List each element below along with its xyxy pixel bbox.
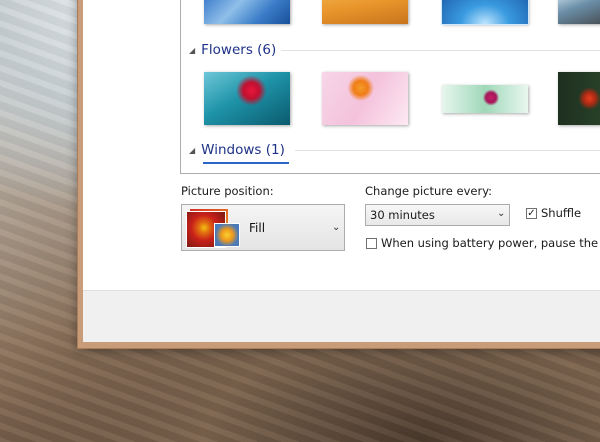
group-label-flowers: Flowers (6) xyxy=(201,42,277,58)
thumbnail-blue-rays[interactable] xyxy=(441,0,529,25)
position-preview-small xyxy=(214,223,240,247)
collapse-triangle-icon[interactable]: ◢ xyxy=(189,46,195,55)
thumbnail-red-flower[interactable] xyxy=(204,72,290,125)
picture-position-value: Fill xyxy=(249,221,266,235)
group-header-windows[interactable]: ◢ Windows (1) xyxy=(189,140,600,160)
thumbnail-sand-dunes[interactable] xyxy=(322,0,408,24)
battery-pause-checkbox[interactable] xyxy=(366,238,377,249)
change-picture-label: Change picture every: xyxy=(365,184,493,198)
window-footer xyxy=(83,290,600,342)
shuffle-checkbox[interactable]: ✓ xyxy=(526,208,537,219)
battery-pause-label: When using battery power, pause the slid… xyxy=(381,236,600,250)
picture-position-dropdown[interactable]: Fill ⌄ xyxy=(181,204,345,251)
thumbnail-dark-flower[interactable] xyxy=(558,72,600,125)
picture-position-label: Picture position: xyxy=(181,184,274,198)
windows-thumbnail-edge xyxy=(203,162,289,164)
shuffle-label: Shuffle xyxy=(541,206,582,220)
picture-list[interactable]: ◢ Flowers (6) ◢ Windows (1) xyxy=(180,0,600,174)
thumbnail-blue-leaves[interactable] xyxy=(204,0,290,24)
change-picture-dropdown[interactable]: 30 minutes ⌄ xyxy=(365,204,510,226)
chevron-down-icon[interactable]: ⌄ xyxy=(497,208,505,219)
group-label-windows: Windows (1) xyxy=(201,142,285,158)
thumbnail-pink-flower[interactable] xyxy=(442,85,528,113)
group-divider xyxy=(281,50,600,51)
thumbnail-orange-flower[interactable] xyxy=(322,72,408,125)
group-header-flowers[interactable]: ◢ Flowers (6) xyxy=(189,40,600,60)
group-divider xyxy=(295,150,600,151)
change-picture-value: 30 minutes xyxy=(370,208,435,222)
chevron-down-icon[interactable]: ⌄ xyxy=(332,222,340,233)
collapse-triangle-icon[interactable]: ◢ xyxy=(189,146,195,155)
thumbnail-beach-partial[interactable] xyxy=(558,0,600,24)
